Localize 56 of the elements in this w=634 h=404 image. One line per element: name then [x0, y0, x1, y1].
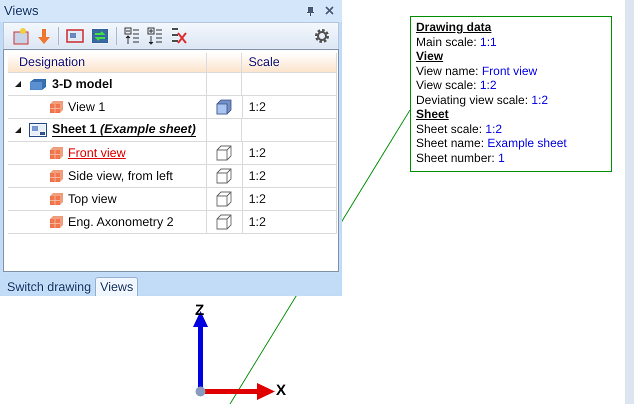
field-label: Main scale: — [416, 34, 477, 48]
scale-text: 1:2 — [248, 168, 266, 183]
field-label: Sheet number: — [416, 150, 495, 164]
axis-label: X — [276, 383, 286, 398]
field-value: Front view — [482, 64, 538, 78]
clear-sort-icon[interactable] — [170, 26, 188, 45]
field-label: Deviating view scale: — [416, 92, 528, 106]
cube-icon — [49, 146, 63, 160]
tree-item[interactable]: Sheet 1 (Example sheet) — [52, 122, 196, 138]
scale-text: 1:2 — [248, 146, 266, 160]
origin-icon — [196, 386, 206, 396]
settings-icon[interactable] — [314, 28, 330, 44]
cube-icon — [49, 100, 63, 114]
field-value: Example sheet — [487, 136, 567, 150]
section-heading: Sheet — [416, 107, 449, 122]
collapse-icon[interactable] — [124, 26, 140, 45]
field-label: View scale: — [416, 78, 476, 92]
tab[interactable]: Switch drawing — [3, 278, 96, 296]
field-value: 1 — [498, 150, 505, 164]
close-icon[interactable] — [325, 6, 334, 16]
cube-icon — [49, 214, 63, 229]
refresh-icon[interactable] — [91, 28, 109, 44]
box-icon — [29, 76, 47, 91]
section-heading: View — [416, 49, 444, 64]
axis-label: Z — [195, 303, 204, 318]
column-header[interactable]: Scale — [242, 52, 338, 72]
view-item[interactable]: Front view — [68, 146, 126, 160]
field-label: Sheet scale: — [416, 122, 482, 136]
field-label: View name: — [416, 64, 478, 78]
cube-icon — [49, 192, 63, 206]
view-item[interactable]: Side view, from left — [68, 168, 173, 183]
field-label: Sheet name: — [416, 136, 484, 150]
view-item[interactable]: Eng. Axonometry 2 — [68, 214, 174, 229]
view-item[interactable]: View 1 — [68, 100, 106, 114]
tree-item[interactable]: 3-D model — [52, 76, 112, 91]
scale-text: 1:2 — [248, 214, 266, 229]
field-value: 1:2 — [531, 92, 548, 106]
pin-icon[interactable] — [306, 6, 315, 16]
field-value: 1:2 — [480, 78, 497, 92]
tab[interactable]: Views — [95, 277, 138, 296]
section-heading: Drawing data — [416, 20, 492, 34]
view-item[interactable]: Top view — [68, 192, 117, 206]
expanded-icon[interactable] — [14, 80, 22, 88]
panel-title: Views — [4, 3, 38, 18]
expand-icon[interactable] — [147, 26, 163, 45]
cube-icon — [49, 168, 63, 183]
down-arrow-icon[interactable] — [37, 26, 51, 45]
field-value: 1:2 — [485, 122, 502, 136]
column-header[interactable]: Designation — [8, 52, 207, 72]
field-value: 1:1 — [480, 34, 497, 48]
sheet-icon — [29, 122, 47, 137]
scale-text: 1:2 — [248, 100, 266, 114]
scale-text: 1:2 — [248, 192, 266, 206]
sheet-icon[interactable] — [66, 28, 84, 44]
new-view-icon[interactable] — [12, 26, 30, 45]
expanded-icon[interactable] — [14, 126, 22, 134]
